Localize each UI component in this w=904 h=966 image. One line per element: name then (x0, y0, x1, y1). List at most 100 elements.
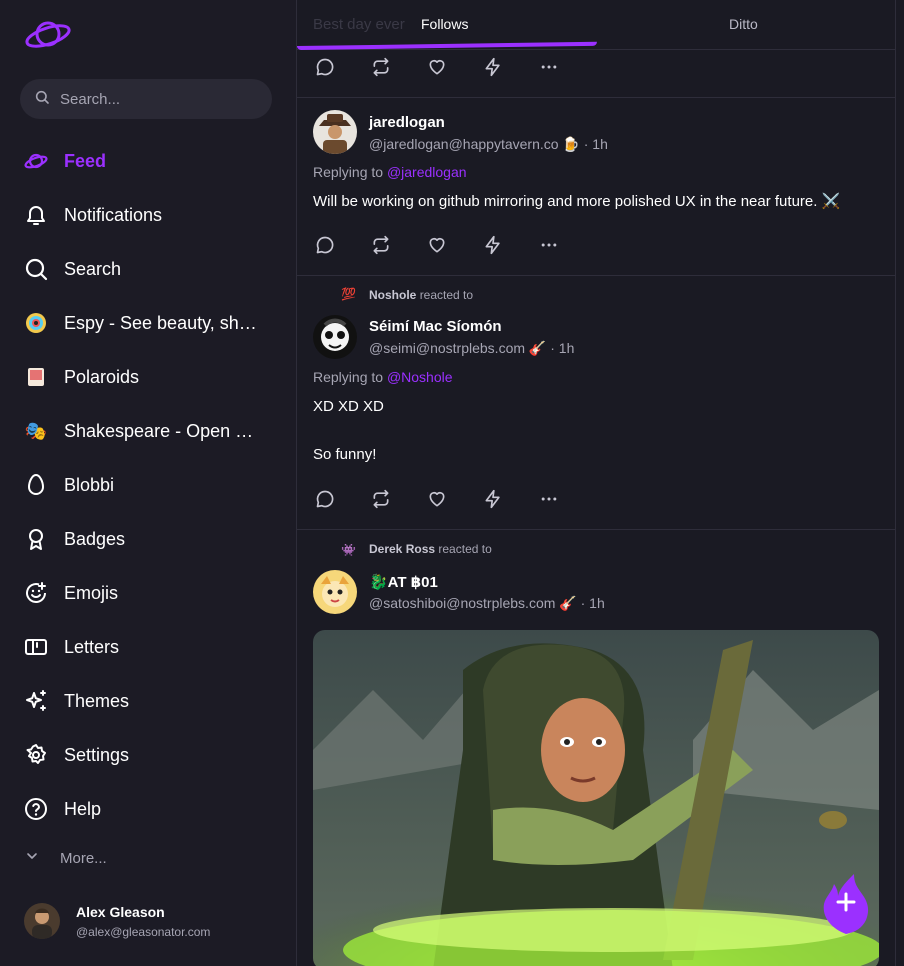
sidebar-item-badges[interactable]: Badges (0, 512, 296, 566)
egg-icon (24, 473, 48, 497)
post-actions (313, 55, 561, 79)
mention-link[interactable]: @Noshole (387, 369, 453, 385)
polaroids-app-icon (24, 365, 48, 389)
account-handle: @alex@gleasonator.com (76, 924, 211, 939)
tab-ditto[interactable]: Ditto (597, 0, 895, 48)
sidebar-item-feed[interactable]: Feed (0, 134, 296, 188)
zap-icon[interactable] (481, 55, 505, 79)
sidebar-item-label: Feed (64, 150, 107, 171)
replying-to: Replying to @jaredlogan (313, 164, 467, 180)
account-switcher[interactable]: Alex Gleason @alex@gleasonator.com (24, 900, 210, 942)
avatar[interactable] (313, 570, 357, 614)
more-label: More... (60, 849, 107, 867)
reacted-line: Noshole reacted to (369, 288, 473, 302)
sidebar-item-help[interactable]: Help (0, 782, 296, 836)
more-options-icon[interactable] (537, 55, 561, 79)
app-root: Feed Notifications Search Espy - See bea… (0, 0, 904, 966)
sidebar-item-emojis[interactable]: Emojis (0, 566, 296, 620)
sidebar-item-label: Notifications (64, 204, 163, 225)
badge-icon (24, 527, 48, 551)
sidebar-item-search[interactable]: Search (0, 242, 296, 296)
reaction-emoji: 💯 (341, 287, 356, 301)
author-handle[interactable]: @satoshiboi@nostrplebs.com 🎸 · 1h (369, 595, 605, 612)
feed-column: Best day ever Follows Ditto jaredlogan @… (296, 0, 896, 966)
post-actions (313, 487, 561, 511)
sidebar-item-label: Badges (64, 528, 126, 549)
avatar (24, 903, 60, 939)
avatar[interactable] (313, 110, 357, 154)
search-input[interactable] (60, 90, 250, 108)
zap-icon[interactable] (481, 487, 505, 511)
smile-icon (24, 581, 48, 605)
repost-icon[interactable] (369, 487, 393, 511)
sidebar-item-label: Help (64, 798, 102, 819)
repost-icon[interactable] (369, 233, 393, 257)
tab-follows-label: Follows (421, 16, 469, 32)
ditto-logo-icon[interactable] (24, 16, 72, 52)
bell-icon (24, 203, 48, 227)
sparkles-icon (24, 689, 48, 713)
post-item[interactable]: 💯 Noshole reacted to Séimí Mac Síomón @s… (297, 276, 895, 530)
sidebar: Feed Notifications Search Espy - See bea… (0, 0, 296, 966)
sidebar-item-label: Emojis (64, 582, 119, 603)
sidebar-item-label: Themes (64, 690, 130, 711)
tab-ditto-label: Ditto (729, 16, 758, 32)
search-icon (34, 89, 50, 110)
post-content-line: So funny! (313, 446, 377, 463)
like-icon[interactable] (425, 233, 449, 257)
like-icon[interactable] (425, 55, 449, 79)
sidebar-item-letters[interactable]: Letters (0, 620, 296, 674)
reply-icon[interactable] (313, 55, 337, 79)
reactor-name[interactable]: Noshole (369, 288, 416, 302)
sidebar-item-settings[interactable]: Settings (0, 728, 296, 782)
mention-link[interactable]: @jaredlogan (387, 164, 467, 180)
letters-icon (24, 635, 48, 659)
help-icon (24, 797, 48, 821)
author-handle[interactable]: @jaredlogan@happytavern.co 🍺 · 1h (369, 136, 608, 153)
sidebar-item-espy[interactable]: Espy - See beauty, sh… (0, 296, 296, 350)
sidebar-item-blobbi[interactable]: Blobbi (0, 458, 296, 512)
shakespeare-app-icon: 🎭 (24, 421, 48, 441)
sidebar-item-themes[interactable]: Themes (0, 674, 296, 728)
gear-icon (24, 743, 48, 767)
more-button[interactable]: More... (24, 846, 107, 870)
sidebar-item-label: Polaroids (64, 366, 140, 387)
feed-tabs: Best day ever Follows Ditto (297, 0, 895, 50)
replying-label: Replying to (313, 164, 387, 180)
more-options-icon[interactable] (537, 487, 561, 511)
reaction-emoji: 👾 (341, 543, 356, 557)
search-icon (24, 257, 48, 281)
search-box[interactable] (20, 79, 272, 119)
chevron-down-icon (24, 848, 40, 868)
post-media-image[interactable] (313, 630, 879, 966)
repost-icon[interactable] (369, 55, 393, 79)
sidebar-item-label: Letters (64, 636, 120, 657)
replying-to: Replying to @Noshole (313, 369, 453, 385)
author-name[interactable]: 🐉AT ฿01 (369, 573, 438, 591)
sidebar-item-label: Search (64, 258, 122, 279)
espy-app-icon (24, 311, 48, 335)
more-options-icon[interactable] (537, 233, 561, 257)
like-icon[interactable] (425, 487, 449, 511)
author-name[interactable]: jaredlogan (369, 114, 445, 131)
post-content: Will be working on github mirroring and … (313, 193, 841, 210)
post-item[interactable]: jaredlogan @jaredlogan@happytavern.co 🍺 … (297, 98, 895, 276)
sidebar-item-polaroids[interactable]: Polaroids (0, 350, 296, 404)
tab-follows[interactable]: Follows (297, 0, 597, 48)
zap-icon[interactable] (481, 233, 505, 257)
sidebar-item-label: Espy - See beauty, sh… (64, 312, 257, 333)
sidebar-item-notifications[interactable]: Notifications (0, 188, 296, 242)
author-name[interactable]: Séimí Mac Síomón (369, 318, 502, 335)
compose-button[interactable] (820, 872, 872, 936)
planet-icon (24, 149, 48, 173)
sidebar-item-shakespeare[interactable]: 🎭 Shakespeare - Open … (0, 404, 296, 458)
reply-icon[interactable] (313, 487, 337, 511)
reactor-name[interactable]: Derek Ross (369, 542, 435, 556)
avatar[interactable] (313, 315, 357, 359)
sidebar-item-label: Blobbi (64, 474, 115, 495)
sidebar-item-label: Settings (64, 744, 130, 765)
author-handle[interactable]: @seimi@nostrplebs.com 🎸 · 1h (369, 340, 574, 357)
sidebar-nav: Feed Notifications Search Espy - See bea… (0, 134, 296, 836)
post-actions (313, 233, 561, 257)
reply-icon[interactable] (313, 233, 337, 257)
